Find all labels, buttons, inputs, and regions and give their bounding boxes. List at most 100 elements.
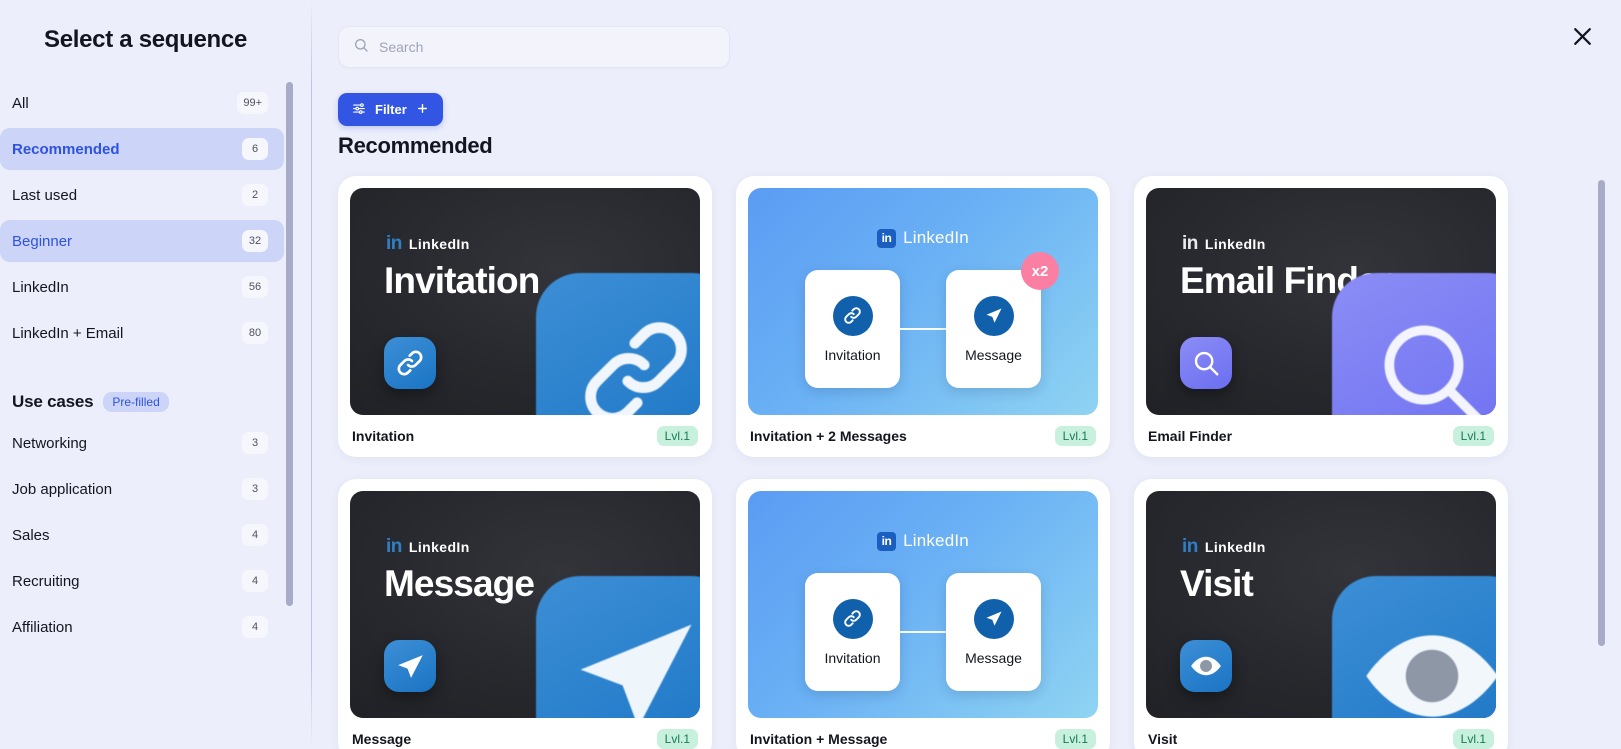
sequence-card-invitation-message[interactable]: in LinkedIn Invitation Message Invitatio…: [736, 479, 1110, 749]
sidebar-item-last-used[interactable]: Last used 2: [0, 174, 284, 216]
main-panel: Filter Recommended in LinkedIn Invitat: [312, 0, 1621, 749]
eye-icon-large: [1332, 576, 1496, 718]
sidebar-item-linkedin-email[interactable]: LinkedIn + Email 80: [0, 312, 284, 354]
send-icon: [973, 598, 1014, 639]
card-title: Invitation: [352, 428, 415, 444]
search-bar[interactable]: [338, 26, 730, 68]
sidebar-item-label: Sales: [12, 526, 50, 544]
sidebar-item-count: 4: [242, 616, 268, 638]
card-thumb-title: Invitation: [384, 260, 540, 301]
use-cases-heading: Use cases Pre-filled: [0, 358, 284, 418]
card-thumbnail: in LinkedIn Invitation: [350, 188, 700, 415]
linkedin-brand: in LinkedIn: [1182, 537, 1266, 556]
card-thumbnail: in LinkedIn Visit: [1146, 491, 1496, 718]
sidebar-item-label: Affiliation: [12, 618, 73, 636]
link-icon: [832, 598, 873, 639]
card-thumb-title: Visit: [1180, 563, 1254, 604]
linkedin-in-icon: in: [877, 531, 897, 551]
sidebar-scrollbar[interactable]: [286, 82, 293, 606]
sidebar-item-label: Beginner: [12, 232, 73, 250]
sidebar-item-linkedin[interactable]: LinkedIn 56: [0, 266, 284, 308]
sidebar-item-label: Recommended: [12, 140, 120, 158]
card-level-badge: Lvl.1: [656, 729, 698, 749]
sidebar-scroll-area: All 99+ Recommended 6 Last used 2 Beginn…: [0, 78, 300, 749]
sidebar-item-affiliation[interactable]: Affiliation 4: [0, 606, 284, 648]
sidebar-item-label: Recruiting: [12, 572, 80, 590]
sidebar-item-beginner[interactable]: Beginner 32: [0, 220, 284, 262]
sequence-flow: Invitation Message: [748, 573, 1098, 691]
sequence-flow: Invitation x2 Message: [748, 252, 1098, 388]
card-level-badge: Lvl.1: [1452, 426, 1494, 446]
network-label: LinkedIn: [1204, 538, 1266, 555]
cards-scrollbar[interactable]: [1598, 180, 1605, 646]
send-icon-large: [536, 576, 700, 718]
sidebar-item-count: 6: [242, 138, 268, 160]
close-icon: [1570, 24, 1595, 52]
sequence-card-visit[interactable]: in LinkedIn Visit Visit Lvl.1: [1134, 479, 1508, 749]
link-icon-large: [536, 273, 700, 415]
card-level-badge: Lvl.1: [1452, 729, 1494, 749]
sequence-card-email-finder[interactable]: in LinkedIn Email Finder Email Finder Lv…: [1134, 176, 1508, 457]
network-label: LinkedIn: [903, 531, 969, 550]
card-footer: Email Finder Lvl.1: [1146, 415, 1496, 457]
sidebar-item-label: LinkedIn + Email: [12, 324, 124, 342]
linkedin-in-icon: in: [877, 228, 897, 248]
cards-scroll-area: in LinkedIn Invitation Invitation Lvl.1 …: [326, 168, 1581, 749]
card-thumb-title: Message: [384, 563, 535, 604]
sequence-card-invitation[interactable]: in LinkedIn Invitation Invitation Lvl.1: [338, 176, 712, 457]
search-input[interactable]: [379, 39, 715, 55]
flow-node-message: Message: [946, 573, 1041, 691]
network-label: LinkedIn: [1204, 235, 1266, 252]
sidebar-item-count: 56: [242, 276, 268, 298]
sequence-card-message[interactable]: in LinkedIn Message Message Lvl.1: [338, 479, 712, 749]
filter-button[interactable]: Filter: [338, 93, 443, 126]
eye-icon-small: [1180, 640, 1232, 692]
flow-connector: [900, 328, 946, 330]
close-button[interactable]: [1565, 21, 1599, 55]
sidebar-item-sales[interactable]: Sales 4: [0, 514, 284, 556]
sidebar-item-networking[interactable]: Networking 3: [0, 422, 284, 464]
link-icon: [832, 295, 873, 336]
flow-node-label: Invitation: [824, 649, 881, 666]
sidebar: Select a sequence All 99+ Recommended 6 …: [0, 0, 312, 749]
search-icon: [353, 37, 369, 58]
sidebar-item-recruiting[interactable]: Recruiting 4: [0, 560, 284, 602]
network-label: LinkedIn: [903, 228, 969, 247]
card-thumbnail: in LinkedIn Inv: [748, 188, 1098, 415]
sidebar-filter-list: All 99+ Recommended 6 Last used 2 Beginn…: [0, 82, 300, 648]
sequence-card-invitation-2-messages[interactable]: in LinkedIn Invitation x2 Message Invita…: [736, 176, 1110, 457]
send-icon-small: [384, 640, 436, 692]
card-thumbnail: in LinkedIn Email Finder: [1146, 188, 1496, 415]
sidebar-item-all[interactable]: All 99+: [0, 82, 284, 124]
sliders-icon: [352, 101, 366, 118]
card-title: Email Finder: [1148, 428, 1233, 444]
card-footer: Invitation + Message Lvl.1: [748, 718, 1098, 749]
linkedin-brand: in LinkedIn: [386, 234, 470, 253]
linkedin-brand: in LinkedIn: [748, 228, 1098, 248]
linkedin-brand: in LinkedIn: [748, 531, 1098, 551]
card-title: Message: [352, 731, 412, 747]
flow-node-invitation: Invitation: [805, 270, 900, 388]
sidebar-item-job-application[interactable]: Job application 3: [0, 468, 284, 510]
send-icon: [973, 295, 1014, 336]
network-label: LinkedIn: [408, 235, 470, 252]
page-title: Select a sequence: [44, 26, 248, 53]
repeat-count-badge: x2: [1021, 252, 1059, 290]
magnifier-icon-large: [1332, 273, 1496, 415]
sequence-cards-grid: in LinkedIn Invitation Invitation Lvl.1 …: [326, 168, 1581, 749]
linkedin-brand: in LinkedIn: [386, 537, 470, 556]
flow-connector: [900, 631, 946, 633]
linkedin-in-icon: in: [386, 233, 402, 254]
card-title: Visit: [1148, 731, 1178, 747]
card-thumbnail: in LinkedIn Message: [350, 491, 700, 718]
linkedin-brand: in LinkedIn: [1182, 234, 1266, 253]
linkedin-in-icon: in: [386, 536, 402, 557]
flow-node-label: Message: [965, 649, 1022, 666]
card-footer: Visit Lvl.1: [1146, 718, 1496, 749]
card-footer: Invitation Lvl.1: [350, 415, 700, 457]
network-label: LinkedIn: [408, 538, 470, 555]
sidebar-item-recommended[interactable]: Recommended 6: [0, 128, 284, 170]
sidebar-item-label: Networking: [12, 434, 88, 452]
sidebar-item-count: 3: [242, 432, 268, 454]
flow-node-label: Invitation: [824, 346, 881, 363]
